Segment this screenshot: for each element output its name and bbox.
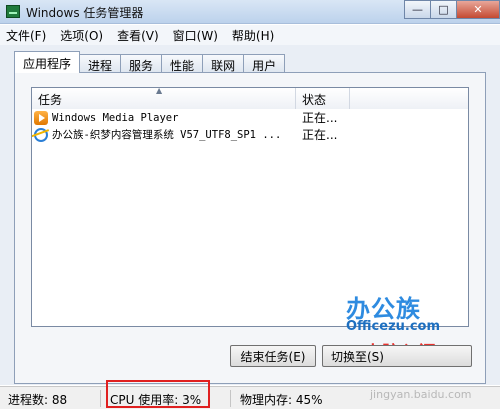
- switch-to-button[interactable]: 切换至(S): [322, 345, 472, 367]
- memory-usage: 物理内存: 45%: [240, 393, 323, 407]
- menu-bar: 文件(F) 选项(O) 查看(V) 窗口(W) 帮助(H): [0, 25, 500, 45]
- tab-applications[interactable]: 应用程序: [14, 51, 81, 73]
- sort-ascending-icon: ▲: [156, 86, 163, 95]
- column-header-status-label: 状态: [302, 93, 327, 107]
- menu-options[interactable]: 选项(O): [60, 27, 103, 44]
- ie-browser-icon: [34, 127, 48, 142]
- minimize-button[interactable]: —: [404, 0, 430, 19]
- cpu-highlight-box: [106, 380, 210, 408]
- task-name: Windows Media Player: [52, 111, 179, 124]
- menu-window[interactable]: 窗口(W): [173, 27, 218, 44]
- task-status: 正在...: [302, 111, 338, 125]
- process-count: 进程数: 88: [8, 393, 68, 407]
- task-name: 办公族-织梦内容管理系统 V57_UTF8_SP1 ...: [52, 129, 282, 141]
- menu-help[interactable]: 帮助(H): [232, 27, 274, 44]
- column-header-blank: [350, 88, 468, 109]
- status-divider: [230, 390, 231, 407]
- task-cell: Windows Media Player: [32, 110, 296, 125]
- tab-services[interactable]: 服务: [120, 54, 163, 73]
- watermark-site: jingyan.baidu.com: [370, 388, 472, 401]
- task-status: 正在...: [302, 128, 338, 142]
- table-row[interactable]: 办公族-织梦内容管理系统 V57_UTF8_SP1 ... 正在...: [32, 126, 468, 143]
- menu-view[interactable]: 查看(V): [117, 27, 159, 44]
- tab-strip: 应用程序 进程 服务 性能 联网 用户: [14, 51, 286, 73]
- client-area: 应用程序 进程 服务 性能 联网 用户 ▲ 任务 状态 Windows Medi…: [0, 45, 500, 385]
- task-manager-icon: [6, 5, 20, 18]
- title-bar[interactable]: Windows 任务管理器 — □ ✕: [0, 0, 500, 24]
- watermark-url: Officezu.com: [346, 319, 441, 334]
- maximize-button[interactable]: □: [430, 0, 456, 19]
- column-header-task[interactable]: ▲ 任务: [32, 86, 296, 109]
- tab-processes[interactable]: 进程: [79, 54, 122, 73]
- column-header-status[interactable]: 状态: [296, 88, 350, 109]
- column-header-task-label: 任务: [38, 93, 63, 107]
- tab-performance[interactable]: 性能: [161, 54, 204, 73]
- end-task-button[interactable]: 结束任务(E): [230, 345, 316, 367]
- task-cell: 办公族-织梦内容管理系统 V57_UTF8_SP1 ...: [32, 127, 296, 142]
- window-controls: — □ ✕: [404, 0, 500, 20]
- close-button[interactable]: ✕: [456, 0, 500, 19]
- menu-file[interactable]: 文件(F): [6, 27, 46, 44]
- window-title: Windows 任务管理器: [26, 6, 144, 20]
- list-body: Windows Media Player 正在... 办公族-织梦内容管理系统 …: [32, 109, 468, 143]
- list-header: ▲ 任务 状态: [32, 86, 468, 109]
- table-row[interactable]: Windows Media Player 正在...: [32, 109, 468, 126]
- tab-networking[interactable]: 联网: [202, 54, 245, 73]
- tab-users[interactable]: 用户: [243, 54, 286, 73]
- status-divider: [100, 390, 101, 407]
- media-player-icon: [34, 110, 48, 125]
